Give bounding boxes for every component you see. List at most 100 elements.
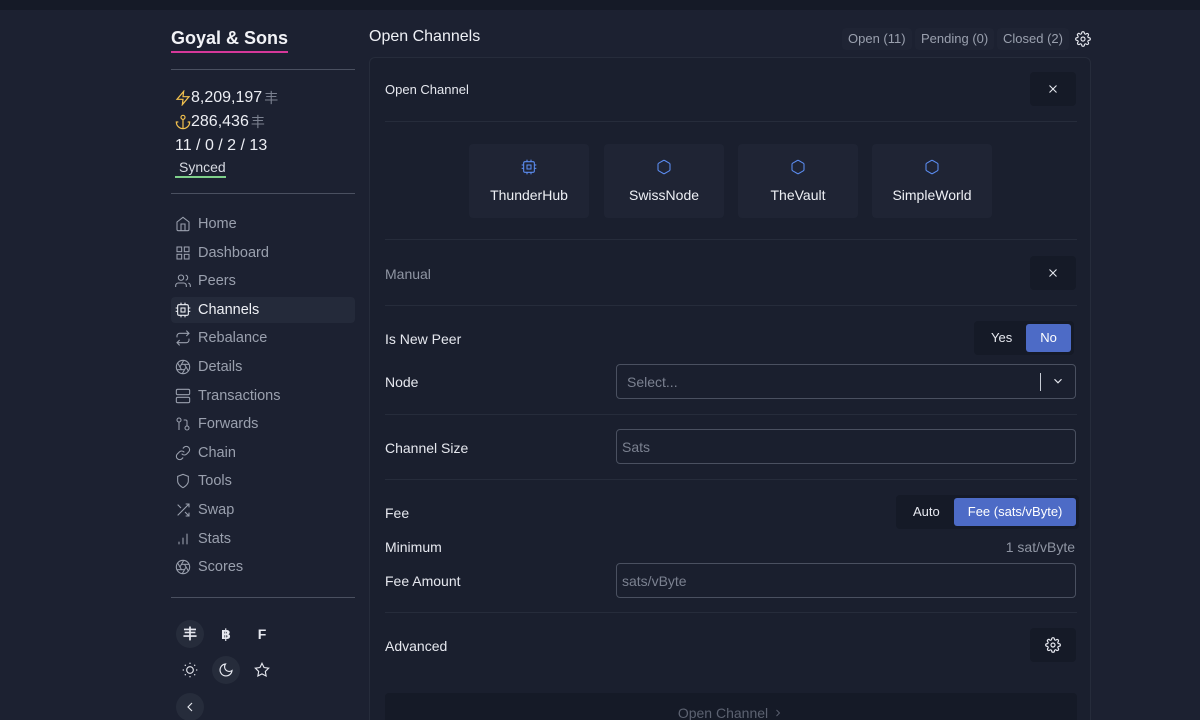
hexagon-icon [925, 159, 939, 175]
repeat-icon [176, 330, 190, 347]
advanced-label: Advanced [385, 638, 448, 654]
sidebar-divider [171, 597, 355, 599]
lightning-balance: 8,209,197 丰 [171, 86, 355, 110]
moon-icon [219, 663, 233, 677]
grid-icon [176, 246, 190, 260]
open-channel-submit-button[interactable]: Open Channel [385, 693, 1077, 720]
sidebar-item-tools[interactable]: Tools [171, 468, 355, 494]
star-theme-button[interactable] [248, 656, 276, 684]
chain-balance-value: 286,436 [191, 113, 249, 130]
sidebar-divider [171, 193, 355, 194]
close-open-channel-button[interactable] [1030, 72, 1076, 106]
dark-theme-button[interactable] [212, 656, 240, 684]
sidebar-item-label: Scores [198, 559, 244, 576]
sats-currency-button[interactable]: 丰 [176, 620, 204, 648]
new-peer-toggle: Yes No [974, 321, 1074, 355]
node-name: Goyal & Sons [171, 26, 289, 53]
balances: 8,209,197 丰 286,436 丰 11 / 0 / 2 / 13 Sy… [171, 86, 355, 178]
sidebar-item-scores[interactable]: Scores [171, 554, 355, 580]
divider [385, 121, 1077, 122]
gear-icon [1075, 31, 1091, 47]
sidebar-item-dashboard[interactable]: Dashboard [171, 240, 355, 266]
channel-counts: 11 / 0 / 2 / 13 [175, 137, 268, 154]
node-option-thevault[interactable]: TheVault [738, 144, 858, 218]
new-peer-label: Is New Peer [385, 331, 462, 347]
sidebar-item-label: Channels [198, 301, 260, 318]
gear-icon [1045, 637, 1061, 653]
chevron-right-icon [776, 709, 781, 717]
node-option-label: SwissNode [628, 187, 700, 203]
sidebar-item-forwards[interactable]: Forwards [171, 411, 355, 437]
sync-status: Synced [175, 158, 226, 178]
settings-button[interactable] [1075, 31, 1093, 49]
fee-label: Fee [385, 505, 410, 521]
channel-size-input[interactable] [616, 429, 1076, 464]
fee-auto-option[interactable]: Auto [899, 498, 954, 526]
top-strip [0, 0, 1200, 10]
node-select-placeholder: Select... [627, 374, 678, 390]
sats-symbol: 丰 [264, 90, 279, 106]
sidebar-item-label: Swap [198, 501, 235, 518]
sidebar-item-label: Tools [198, 473, 232, 490]
tab-pending[interactable]: Pending (0) [915, 28, 995, 50]
collapse-sidebar-button[interactable] [176, 693, 204, 720]
sidebar-item-rebalance[interactable]: Rebalance [171, 325, 355, 351]
sidebar-item-transactions[interactable]: Transactions [171, 383, 355, 409]
chain-balance: 286,436 丰 [171, 110, 355, 134]
sidebar-item-label: Peers [198, 273, 236, 290]
node-option-label: SimpleWorld [892, 187, 972, 203]
node-select[interactable]: Select... [616, 364, 1076, 399]
node-option-swissnode[interactable]: SwissNode [604, 144, 724, 218]
aperture-icon [175, 559, 191, 575]
sidebar-nav: Home Dashboard Peers Channels Rebalance … [171, 211, 355, 580]
open-channel-card: Open Channel ThunderHub SwissNode TheVau… [369, 57, 1091, 720]
sidebar-item-label: Details [198, 358, 243, 375]
close-icon [1049, 269, 1057, 277]
tab-open[interactable]: Open (11) [842, 28, 912, 50]
sun-icon [182, 662, 198, 678]
sidebar-item-label: Rebalance [198, 330, 268, 347]
sidebar-item-details[interactable]: Details [171, 354, 355, 380]
btc-currency-button[interactable]: ฿ [212, 620, 240, 648]
new-peer-yes-option[interactable]: Yes [977, 324, 1026, 352]
light-theme-button[interactable] [176, 656, 204, 684]
close-manual-button[interactable] [1030, 256, 1076, 290]
sidebar: Goyal & Sons 8,209,197 丰 286,436 丰 11 / … [171, 26, 355, 599]
chevron-down-icon[interactable] [1051, 374, 1065, 388]
sidebar-item-label: Dashboard [198, 244, 269, 261]
new-peer-no-option[interactable]: No [1026, 324, 1071, 352]
sidebar-item-swap[interactable]: Swap [171, 497, 355, 523]
node-option-thunderhub[interactable]: ThunderHub [469, 144, 589, 218]
fiat-currency-button[interactable]: F [248, 620, 276, 648]
fee-manual-option[interactable]: Fee (sats/vByte) [953, 498, 1077, 526]
shield-icon [177, 474, 189, 489]
minimum-label: Minimum [385, 539, 442, 555]
sidebar-item-label: Home [198, 216, 237, 232]
sidebar-item-label: Transactions [198, 387, 281, 404]
open-channel-submit-label: Open Channel [677, 705, 769, 720]
aperture-icon [175, 359, 191, 375]
divider [385, 479, 1077, 480]
sidebar-item-stats[interactable]: Stats [171, 526, 355, 552]
node-option-simpleworld[interactable]: SimpleWorld [872, 144, 992, 218]
cpu-icon [521, 159, 537, 175]
sidebar-item-home[interactable]: Home [171, 211, 355, 237]
manual-label: Manual [385, 266, 431, 282]
sidebar-item-channels[interactable]: Channels [171, 296, 355, 323]
channel-size-label: Channel Size [385, 440, 469, 456]
sidebar-item-chain[interactable]: Chain [171, 440, 355, 466]
hexagon-icon [657, 159, 671, 175]
tab-closed[interactable]: Closed (2) [997, 28, 1069, 50]
sidebar-item-peers[interactable]: Peers [171, 268, 355, 294]
close-icon [1049, 85, 1057, 93]
lightning-balance-value: 8,209,197 [191, 89, 263, 106]
divider [385, 305, 1077, 306]
fee-amount-input[interactable] [616, 563, 1076, 598]
sidebar-divider [171, 69, 355, 70]
divider [385, 239, 1077, 240]
sidebar-item-label: Forwards [198, 416, 259, 433]
advanced-settings-button[interactable] [1030, 628, 1076, 662]
open-channel-title: Open Channel [385, 82, 469, 97]
sats-symbol: 丰 [250, 114, 265, 130]
fee-amount-label: Fee Amount [385, 573, 461, 589]
